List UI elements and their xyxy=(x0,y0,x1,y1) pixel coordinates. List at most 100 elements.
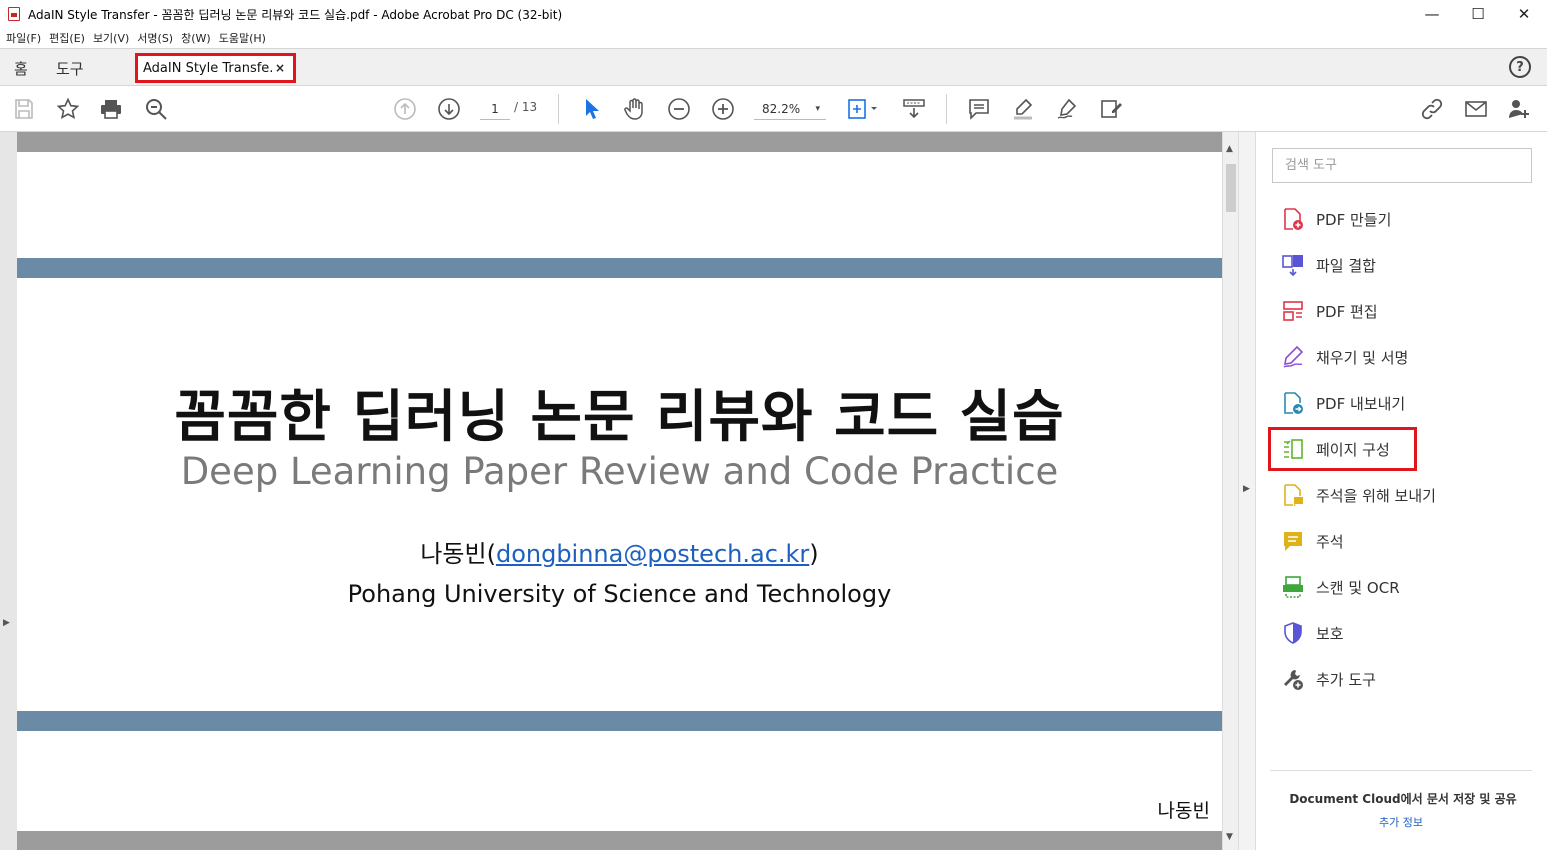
slide-affiliation: Pohang University of Science and Technol… xyxy=(347,580,892,608)
author-email-link[interactable]: dongbinna@postech.ac.kr xyxy=(496,540,809,568)
comment-icon[interactable] xyxy=(967,97,991,121)
tool-protect[interactable]: 보호 xyxy=(1280,618,1344,648)
tool-combine-files[interactable]: 파일 결합 xyxy=(1280,250,1376,280)
tool-fill-sign[interactable]: 채우기 및 서명 xyxy=(1280,342,1408,372)
slide-bottom-band xyxy=(17,831,1222,850)
document-tab[interactable]: AdaIN Style Transfe... × xyxy=(135,53,296,83)
slide-title: 꼼꼼한 딥러닝 논문 리뷰와 코드 실습 xyxy=(174,385,1065,450)
export-pdf-icon xyxy=(1280,390,1306,416)
help-icon[interactable]: ? xyxy=(1509,56,1531,78)
tab-home[interactable]: 홈 xyxy=(14,58,28,79)
fit-page-icon[interactable] xyxy=(846,97,880,121)
save-icon[interactable] xyxy=(12,97,36,121)
tool-label: 스캔 및 OCR xyxy=(1316,578,1400,597)
scrollbar-thumb[interactable] xyxy=(1226,164,1236,212)
slide-footer-band xyxy=(17,711,1222,731)
close-tab-icon[interactable]: × xyxy=(275,61,285,75)
minimize-button[interactable]: — xyxy=(1409,0,1455,28)
tool-export-pdf[interactable]: PDF 내보내기 xyxy=(1280,388,1405,418)
menu-bar: 파일(F) 편집(E) 보기(V) 서명(S) 창(W) 도움말(H) xyxy=(0,28,1547,48)
zoom-search-icon[interactable] xyxy=(144,97,168,121)
draw-pen-icon[interactable] xyxy=(1055,97,1079,121)
bookmark-star-icon[interactable] xyxy=(56,97,80,121)
chevron-down-icon: ▾ xyxy=(815,104,820,114)
tool-more-tools[interactable]: 추가 도구 xyxy=(1280,664,1376,694)
menu-view[interactable]: 보기(V) xyxy=(93,30,129,46)
menu-edit[interactable]: 편집(E) xyxy=(49,30,85,46)
email-icon[interactable] xyxy=(1464,97,1488,121)
collapse-arrow-icon: ▶ xyxy=(1243,484,1250,494)
comment-icon xyxy=(1280,528,1306,554)
next-page-icon[interactable] xyxy=(437,97,461,121)
tab-bar: 홈 도구 AdaIN Style Transfe... × ? xyxy=(0,48,1547,86)
create-pdf-icon xyxy=(1280,206,1306,232)
document-cloud-promo: Document Cloud에서 문서 저장 및 공유 xyxy=(1289,792,1517,806)
scroll-mode-icon[interactable] xyxy=(902,97,926,121)
slide-author: 나동빈(dongbinna@postech.ac.kr) xyxy=(17,534,1222,569)
vertical-scrollbar[interactable]: ▲ ▼ xyxy=(1222,132,1238,850)
hand-tool-icon[interactable] xyxy=(623,97,647,121)
menu-help[interactable]: 도움말(H) xyxy=(219,30,266,46)
menu-file[interactable]: 파일(F) xyxy=(6,30,41,46)
zoom-level-value: 82.2% xyxy=(762,102,801,116)
toolbar-divider xyxy=(946,94,947,124)
right-panel-toggle[interactable]: ▶ xyxy=(1238,132,1256,850)
tool-label: PDF 편집 xyxy=(1316,302,1378,321)
scroll-down-arrow-icon[interactable]: ▼ xyxy=(1226,832,1233,842)
toolbar: 1 / 13 82.2% ▾ xyxy=(0,86,1547,132)
learn-more-link[interactable]: 추가 정보 xyxy=(1268,814,1534,830)
zoom-out-icon[interactable] xyxy=(667,97,691,121)
tool-label: PDF 만들기 xyxy=(1316,210,1392,229)
page-total: / 13 xyxy=(514,100,538,114)
slide-top-band xyxy=(17,132,1222,152)
more-tools-icon xyxy=(1280,666,1306,692)
tool-label: 주석 xyxy=(1316,532,1344,551)
print-icon[interactable] xyxy=(99,97,123,121)
tool-comment[interactable]: 주석 xyxy=(1280,526,1344,556)
zoom-in-icon[interactable] xyxy=(711,97,735,121)
toolbar-divider xyxy=(558,94,559,124)
scroll-up-arrow-icon[interactable]: ▲ xyxy=(1226,144,1233,154)
tool-scan-ocr[interactable]: 스캔 및 OCR xyxy=(1280,572,1400,602)
tool-send-for-comments[interactable]: 주석을 위해 보내기 xyxy=(1280,480,1436,510)
scan-ocr-icon xyxy=(1280,574,1306,600)
zoom-level-dropdown[interactable]: 82.2% ▾ xyxy=(754,98,826,120)
add-user-icon[interactable] xyxy=(1507,97,1531,121)
tool-create-pdf[interactable]: PDF 만들기 xyxy=(1280,204,1391,234)
share-link-icon[interactable] xyxy=(1420,97,1444,121)
panel-divider xyxy=(1270,770,1532,771)
tool-label: 주석을 위해 보내기 xyxy=(1316,486,1436,505)
fill-sign-toolbar-icon[interactable] xyxy=(1099,97,1123,121)
menu-window[interactable]: 창(W) xyxy=(181,30,211,46)
tool-edit-pdf[interactable]: PDF 편집 xyxy=(1280,296,1378,326)
page-number-input[interactable]: 1 xyxy=(480,98,510,120)
menu-sign[interactable]: 서명(S) xyxy=(137,30,173,46)
tool-search-input[interactable]: 검색 도구 xyxy=(1272,148,1532,183)
title-bar: AdaIN Style Transfer - 꼼꼼한 딥러닝 논문 리뷰와 코드… xyxy=(0,0,1547,28)
author-close-paren: ) xyxy=(809,540,819,568)
previous-page-icon[interactable] xyxy=(393,97,417,121)
tool-label: PDF 내보내기 xyxy=(1316,394,1406,413)
maximize-button[interactable]: ☐ xyxy=(1455,0,1501,28)
slide-header-band xyxy=(17,258,1222,278)
author-name: 나동빈( xyxy=(420,540,496,568)
protect-icon xyxy=(1280,620,1306,646)
slide-footer-author: 나동빈 xyxy=(1157,800,1210,822)
combine-files-icon xyxy=(1280,252,1306,278)
slide-subtitle: Deep Learning Paper Review and Code Prac… xyxy=(180,450,1059,493)
tool-label: 추가 도구 xyxy=(1316,670,1376,689)
document-viewer[interactable]: ▶ 꼼꼼한 딥러닝 논문 리뷰와 코드 실습 Deep Learning Pap… xyxy=(0,132,1238,850)
send-comments-icon xyxy=(1280,482,1306,508)
document-tab-label: AdaIN Style Transfe... xyxy=(143,60,273,76)
tool-label: 보호 xyxy=(1316,624,1344,643)
tool-label: 채우기 및 서명 xyxy=(1316,348,1409,367)
tab-tools[interactable]: 도구 xyxy=(56,58,84,79)
left-panel-toggle-icon[interactable]: ▶ xyxy=(3,618,10,628)
highlight-icon[interactable] xyxy=(1011,97,1035,121)
select-arrow-icon[interactable] xyxy=(579,97,603,121)
close-window-button[interactable]: ✕ xyxy=(1501,0,1547,28)
tools-panel: ▶ 검색 도구 PDF 만들기 파일 결합 PDF 편집 채우기 및 서명 PD… xyxy=(1238,132,1547,850)
tool-label: 파일 결합 xyxy=(1316,256,1376,275)
acrobat-app-icon xyxy=(8,7,20,21)
pdf-page: 꼼꼼한 딥러닝 논문 리뷰와 코드 실습 Deep Learning Paper… xyxy=(17,132,1222,850)
